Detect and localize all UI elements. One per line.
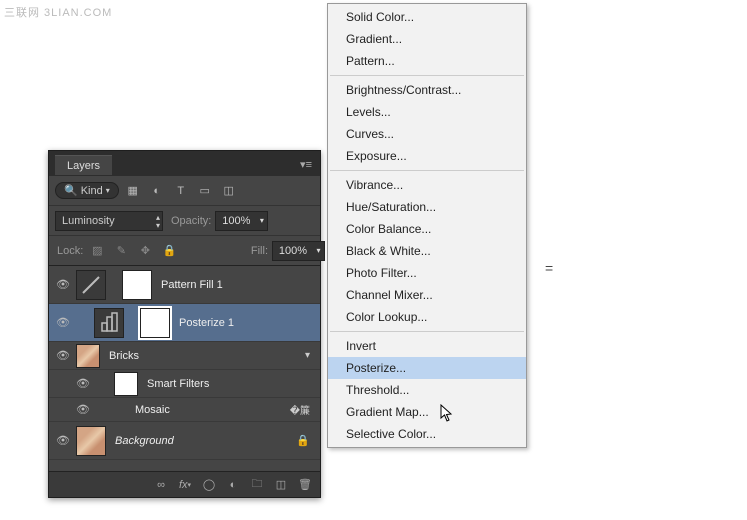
filter-blending-icon[interactable]: �簾	[290, 402, 310, 417]
menu-levels[interactable]: Levels...	[328, 101, 526, 123]
smart-object-disclosure-icon[interactable]: ▾	[305, 350, 310, 361]
menu-invert[interactable]: Invert	[328, 335, 526, 357]
opacity-value: 100%	[222, 215, 250, 227]
layer-name[interactable]: Posterize 1	[179, 317, 234, 329]
menu-hue-saturation[interactable]: Hue/Saturation...	[328, 196, 526, 218]
filter-smart-icon[interactable]: ◫	[219, 182, 239, 200]
select-arrows-icon: ▴▾	[156, 214, 160, 230]
layer-name[interactable]: Background	[115, 435, 174, 447]
filter-kind-label: Kind	[81, 185, 103, 197]
panel-menu-icon[interactable]: ▾≡	[296, 154, 316, 175]
panel-bottom-bar: ∞ fx▾ ◯ ◐ 🗀 ◫ 🗑	[49, 471, 320, 497]
layer-style-button[interactable]: fx▾	[174, 474, 196, 496]
layers-panel: Layers ▾≡ 🔍 Kind ▾ ▦ ◐ T ▭ ◫ Luminosity …	[48, 150, 321, 498]
menu-separator	[330, 75, 524, 76]
link-icon[interactable]	[127, 308, 137, 338]
new-group-button[interactable]: 🗀	[246, 474, 268, 496]
visibility-toggle[interactable]: 👁	[53, 434, 73, 447]
fill-dropdown-icon[interactable]: ▾	[313, 241, 325, 261]
lock-pixels-icon[interactable]: ✎	[111, 242, 131, 260]
menu-color-lookup[interactable]: Color Lookup...	[328, 306, 526, 328]
opacity-label: Opacity:	[171, 215, 211, 227]
fill-value: 100%	[279, 245, 307, 257]
new-adjustment-button[interactable]: ◐	[222, 474, 244, 496]
visibility-toggle[interactable]: 👁	[73, 403, 93, 416]
visibility-toggle[interactable]: 👁	[53, 278, 73, 291]
equals-sign: =	[545, 260, 553, 276]
layer-mask-thumb[interactable]	[140, 308, 170, 338]
filter-type-icon[interactable]: T	[171, 182, 191, 200]
background-thumb[interactable]	[76, 426, 106, 456]
menu-gradient-map[interactable]: Gradient Map...	[328, 401, 526, 423]
lock-transparent-icon[interactable]: ▨	[87, 242, 107, 260]
fill-input[interactable]: 100% ▾	[272, 241, 314, 261]
bricks-thumb[interactable]	[76, 344, 100, 368]
layer-name[interactable]: Mosaic	[135, 404, 170, 416]
lock-position-icon[interactable]: ✥	[135, 242, 155, 260]
layer-mosaic-filter[interactable]: 👁 Mosaic �簾	[49, 398, 320, 422]
layer-filter-row: 🔍 Kind ▾ ▦ ◐ T ▭ ◫	[49, 175, 320, 205]
layer-background[interactable]: 👁 Background 🔒	[49, 422, 320, 460]
delete-layer-button[interactable]: 🗑	[294, 474, 316, 496]
search-icon: 🔍	[64, 184, 78, 197]
layer-list: 👁 Pattern Fill 1 👁 Posterize 1 👁 Brick	[49, 265, 320, 460]
filter-mask-thumb[interactable]	[114, 372, 138, 396]
menu-exposure[interactable]: Exposure...	[328, 145, 526, 167]
menu-selective-color[interactable]: Selective Color...	[328, 423, 526, 445]
add-mask-button[interactable]: ◯	[198, 474, 220, 496]
adjustment-context-menu: Solid Color... Gradient... Pattern... Br…	[327, 3, 527, 448]
filter-shape-icon[interactable]: ▭	[195, 182, 215, 200]
posterize-thumb[interactable]	[94, 308, 124, 338]
menu-vibrance[interactable]: Vibrance...	[328, 174, 526, 196]
visibility-toggle[interactable]: 👁	[73, 377, 93, 390]
pattern-fill-thumb[interactable]	[76, 270, 106, 300]
layer-smart-filters[interactable]: 👁 Smart Filters	[49, 370, 320, 398]
link-icon[interactable]	[109, 270, 119, 300]
lock-icon[interactable]: 🔒	[296, 434, 310, 447]
blend-row: Luminosity ▴▾ Opacity: 100% ▾	[49, 205, 320, 235]
menu-solid-color[interactable]: Solid Color...	[328, 6, 526, 28]
layer-name[interactable]: Bricks	[109, 350, 139, 362]
menu-separator	[330, 170, 524, 171]
visibility-toggle[interactable]: 👁	[53, 349, 73, 362]
opacity-input[interactable]: 100% ▾	[215, 211, 257, 231]
menu-color-balance[interactable]: Color Balance...	[328, 218, 526, 240]
menu-separator	[330, 331, 524, 332]
link-layers-button[interactable]: ∞	[150, 474, 172, 496]
filter-pixel-icon[interactable]: ▦	[123, 182, 143, 200]
layers-tab[interactable]: Layers	[55, 155, 112, 175]
lock-all-icon[interactable]: 🔒	[159, 242, 179, 260]
menu-channel-mixer[interactable]: Channel Mixer...	[328, 284, 526, 306]
layer-name: Smart Filters	[147, 378, 209, 390]
layer-posterize[interactable]: 👁 Posterize 1	[49, 304, 320, 342]
lock-row: Lock: ▨ ✎ ✥ 🔒 Fill: 100% ▾	[49, 235, 320, 265]
menu-black-white[interactable]: Black & White...	[328, 240, 526, 262]
menu-brightness-contrast[interactable]: Brightness/Contrast...	[328, 79, 526, 101]
filter-kind-select[interactable]: 🔍 Kind ▾	[55, 182, 119, 199]
layer-pattern-fill[interactable]: 👁 Pattern Fill 1	[49, 266, 320, 304]
menu-photo-filter[interactable]: Photo Filter...	[328, 262, 526, 284]
menu-curves[interactable]: Curves...	[328, 123, 526, 145]
menu-pattern[interactable]: Pattern...	[328, 50, 526, 72]
blend-mode-value: Luminosity	[62, 215, 115, 227]
layer-bricks[interactable]: 👁 Bricks ▾	[49, 342, 320, 370]
opacity-dropdown-icon[interactable]: ▾	[256, 211, 268, 231]
visibility-toggle[interactable]: 👁	[53, 316, 73, 329]
panel-tab-bar: Layers ▾≡	[49, 151, 320, 175]
menu-posterize[interactable]: Posterize...	[328, 357, 526, 379]
fill-label: Fill:	[251, 245, 268, 257]
layer-name[interactable]: Pattern Fill 1	[161, 279, 223, 291]
menu-threshold[interactable]: Threshold...	[328, 379, 526, 401]
watermark-text: 三联网 3LIAN.COM	[4, 4, 112, 20]
filter-adjustment-icon[interactable]: ◐	[147, 182, 167, 200]
blend-mode-select[interactable]: Luminosity ▴▾	[55, 211, 163, 231]
lock-label: Lock:	[57, 245, 83, 257]
layer-mask-thumb[interactable]	[122, 270, 152, 300]
chevron-down-icon: ▾	[106, 186, 110, 195]
new-layer-button[interactable]: ◫	[270, 474, 292, 496]
menu-gradient[interactable]: Gradient...	[328, 28, 526, 50]
